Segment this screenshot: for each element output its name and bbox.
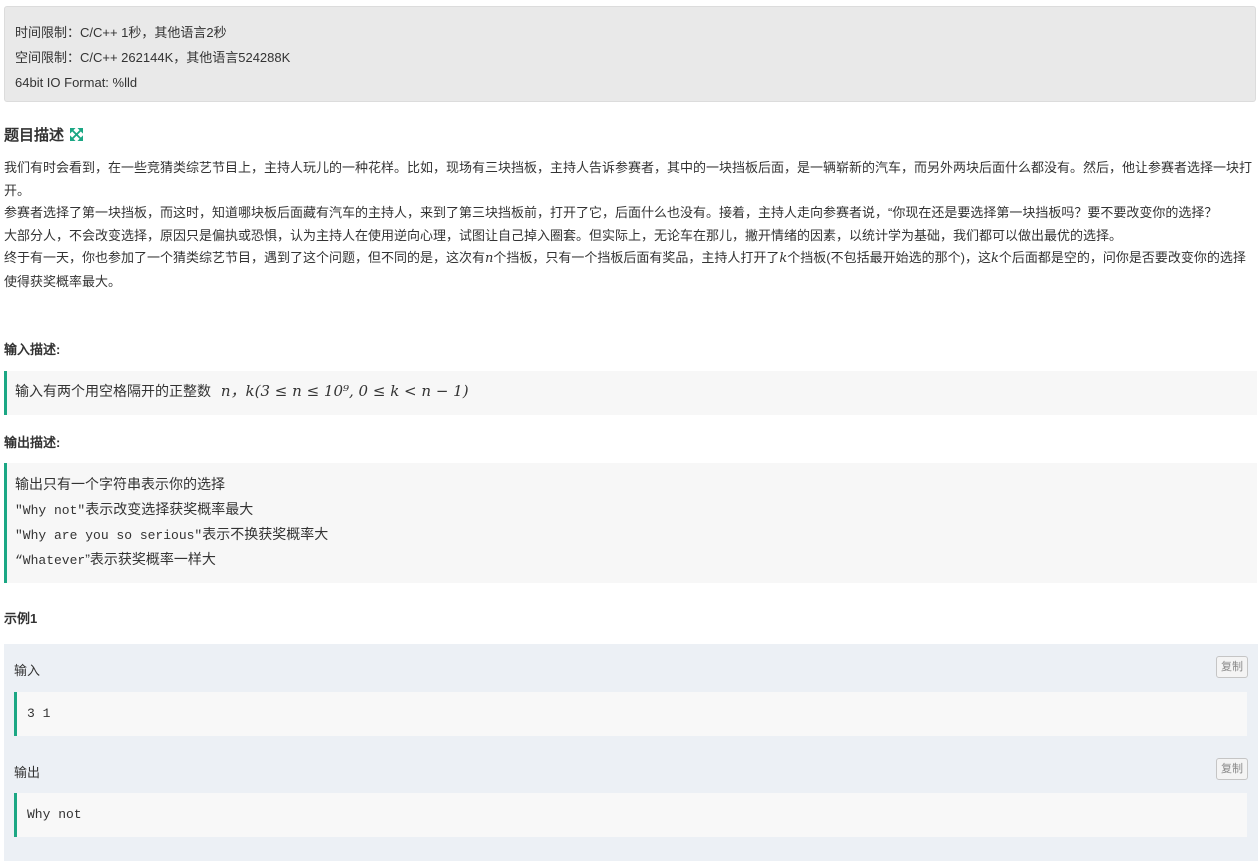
io-format: 64bit IO Format: %lld [15,75,138,90]
copy-input-button[interactable]: 复制 [1216,656,1248,678]
input-heading: 输入描述: [4,342,61,357]
description-paragraph: 参赛者选择了第一块挡板，而这时，知道哪块板后面藏有汽车的主持人，来到了第三块挡板… [4,205,1218,220]
output-description: 输出只有一个字符串表示你的选择 "Why not"表示改变选择获奖概率最大 "W… [4,463,1257,583]
output-line: 输出只有一个字符串表示你的选择 [15,476,225,492]
example-panel: 输入 复制 3 1 输出 复制 Why not [4,644,1258,861]
example-output-label: 输出 [14,765,41,780]
copy-output-button[interactable]: 复制 [1216,758,1248,780]
limits-panel: 时间限制：C/C++ 1秒，其他语言2秒 空间限制：C/C++ 262144K，… [4,6,1256,102]
output-line: "Why not"表示改变选择获奖概率最大 [15,501,254,518]
description-paragraph: 大部分人，不会改变选择，原因只是偏执或恐惧，认为主持人在使用逆向心理，试图让自己… [4,227,1123,243]
description-paragraph: 我们有时会看到，在一些竞猜类综艺节目上，主持人玩儿的一种花样。比如，现场有三块挡… [4,160,1253,198]
output-line: “Whatever”表示获奖概率一样大 [15,551,216,568]
problem-title: 题目描述 [4,127,65,144]
example-output-code: Why not [14,793,1247,837]
math-var-k: k [990,251,999,266]
problem-description: 我们有时会看到，在一些竞猜类综艺节目上，主持人玩儿的一种花样。比如，现场有三块挡… [4,157,1254,293]
example-input-label: 输入 [14,663,41,678]
example-heading: 示例1 [4,611,38,626]
input-description: 输入有两个用空格隔开的正整数 n，k(3 ≤ n ≤ 10⁹, 0 ≤ k < … [4,371,1257,415]
output-line: "Why are you so serious"表示不换获奖概率大 [15,526,329,543]
example-input-code: 3 1 [14,692,1247,736]
description-paragraph: 终于有一天，你也参加了一个猜类综艺节目，遇到了这个问题，但不同的是，这次有n个挡… [4,250,1246,289]
expand-arrows-icon[interactable] [70,128,84,141]
input-formula: n，k(3 ≤ n ≤ 10⁹, 0 ≤ k < n − 1) [220,382,469,400]
time-limit: 时间限制：C/C++ 1秒，其他语言2秒 [15,25,227,40]
problem-title-row: 题目描述 [4,124,84,145]
output-heading: 输出描述: [4,435,61,450]
space-limit: 空间限制：C/C++ 262144K，其他语言524288K [15,50,291,65]
input-text: 输入有两个用空格隔开的正整数 [15,383,211,399]
